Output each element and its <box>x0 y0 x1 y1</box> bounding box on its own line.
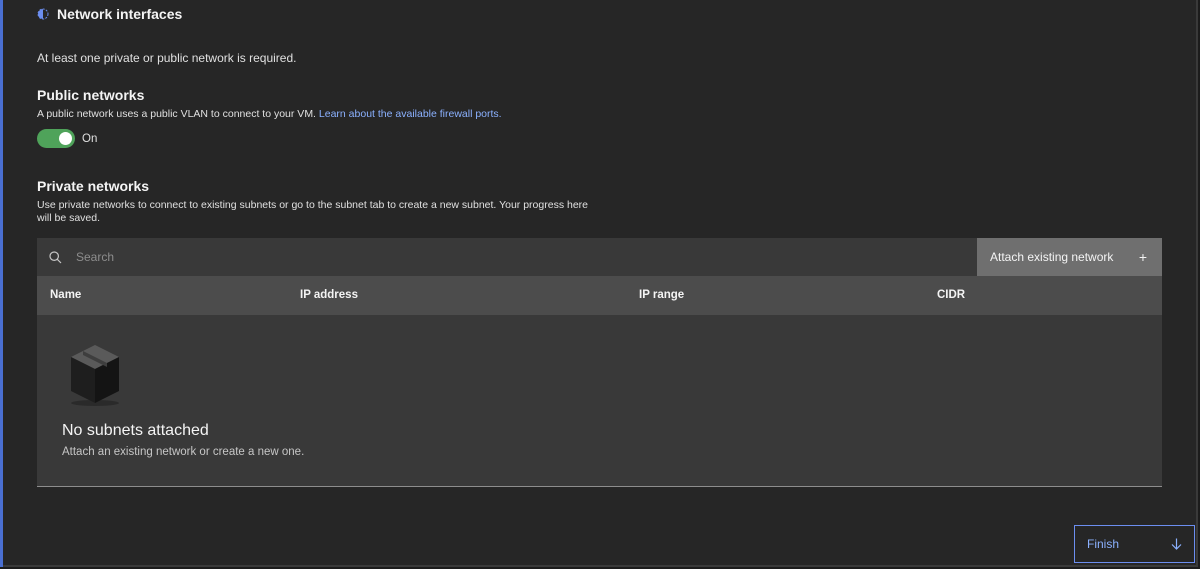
empty-state-description: Attach an existing network or create a n… <box>62 446 305 458</box>
private-networks-title: Private networks <box>37 178 150 194</box>
toggle-knob <box>59 132 72 145</box>
public-desc-text: A public network uses a public VLAN to c… <box>37 108 319 120</box>
section-title: Network interfaces <box>57 6 183 22</box>
empty-state: No subnets attached Attach an existing n… <box>37 315 1162 487</box>
firewall-ports-link[interactable]: Learn about the available firewall ports… <box>319 108 502 120</box>
progress-rail <box>0 0 3 567</box>
table-header: Name IP address IP range CIDR <box>37 276 1162 315</box>
half-circle-icon <box>37 8 49 20</box>
plus-icon: + <box>1138 249 1147 265</box>
finish-button-label: Finish <box>1087 537 1120 551</box>
box-icon <box>67 343 123 412</box>
search-input[interactable] <box>74 249 678 265</box>
finish-button[interactable]: Finish <box>1074 525 1195 563</box>
column-header-ip-range[interactable]: IP range <box>639 289 684 301</box>
public-network-toggle-row: On <box>37 129 97 148</box>
attach-button-label: Attach existing network <box>990 250 1114 264</box>
public-networks-description: A public network uses a public VLAN to c… <box>37 108 502 120</box>
requirement-text: At least one private or public network i… <box>37 51 297 65</box>
column-header-cidr[interactable]: CIDR <box>937 289 965 301</box>
table-toolbar: Attach existing network + <box>37 238 1162 276</box>
empty-state-title: No subnets attached <box>62 422 209 439</box>
column-header-name[interactable]: Name <box>50 289 81 301</box>
column-header-ip-address[interactable]: IP address <box>300 289 358 301</box>
search-area <box>37 238 977 276</box>
section-header: Network interfaces <box>37 5 182 23</box>
toggle-label: On <box>82 132 98 145</box>
attach-existing-network-button[interactable]: Attach existing network + <box>977 238 1162 276</box>
private-networks-description: Use private networks to connect to exist… <box>37 199 588 224</box>
network-panel: Network interfaces At least one private … <box>0 0 1198 567</box>
public-network-toggle[interactable] <box>37 129 75 148</box>
public-networks-title: Public networks <box>37 87 145 103</box>
search-icon <box>49 250 62 264</box>
arrow-down-icon <box>1171 538 1182 550</box>
